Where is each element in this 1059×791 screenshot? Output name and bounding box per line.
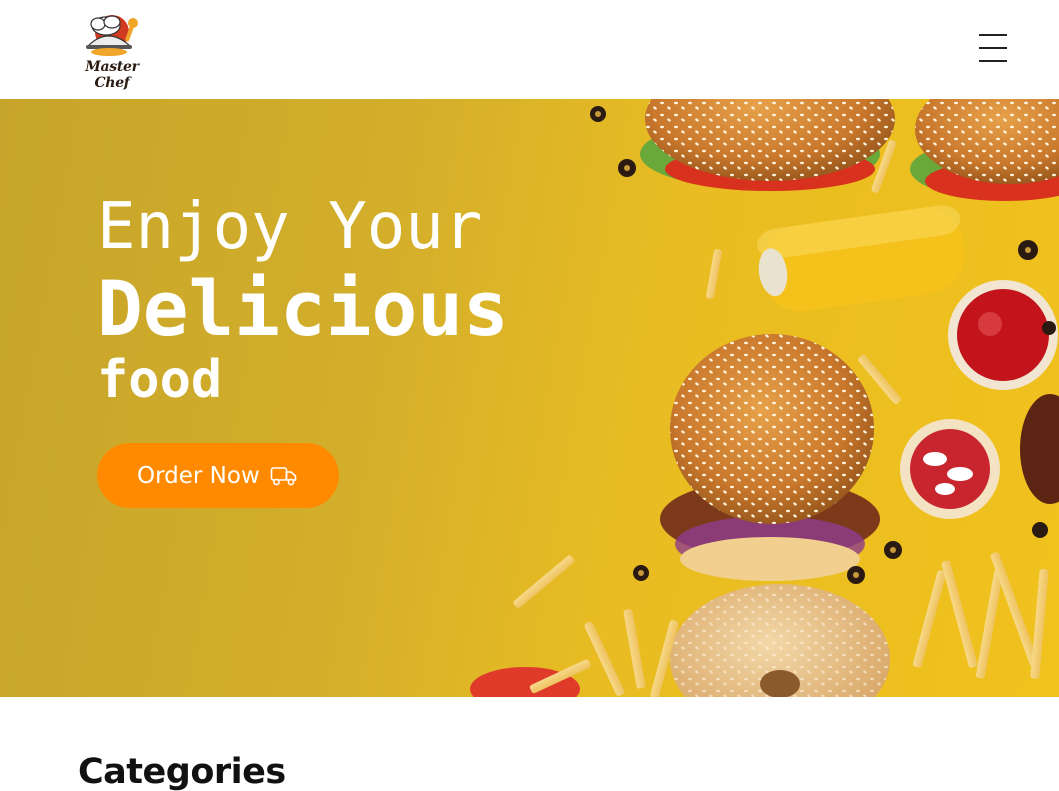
order-now-button[interactable]: Order Now: [97, 443, 339, 508]
order-now-label: Order Now: [137, 462, 260, 489]
site-header: Master Chef: [0, 0, 1059, 99]
logo-text: Master Chef: [85, 59, 139, 91]
categories-heading: Categories: [78, 752, 286, 791]
chef-logo-icon: [86, 15, 138, 56]
hero-heading: Enjoy Your Delicious food: [97, 191, 509, 411]
hamburger-menu-icon[interactable]: [974, 30, 1012, 68]
hero-banner: Enjoy Your Delicious food Order Now: [0, 99, 1059, 697]
hero-line-food: food: [97, 350, 223, 410]
hero-line-enjoy-your: Enjoy Your: [97, 190, 483, 264]
delivery-truck-icon: [270, 466, 297, 485]
hero-line-delicious: Delicious: [97, 264, 509, 353]
master-chef-logo[interactable]: Master Chef: [70, 12, 152, 91]
